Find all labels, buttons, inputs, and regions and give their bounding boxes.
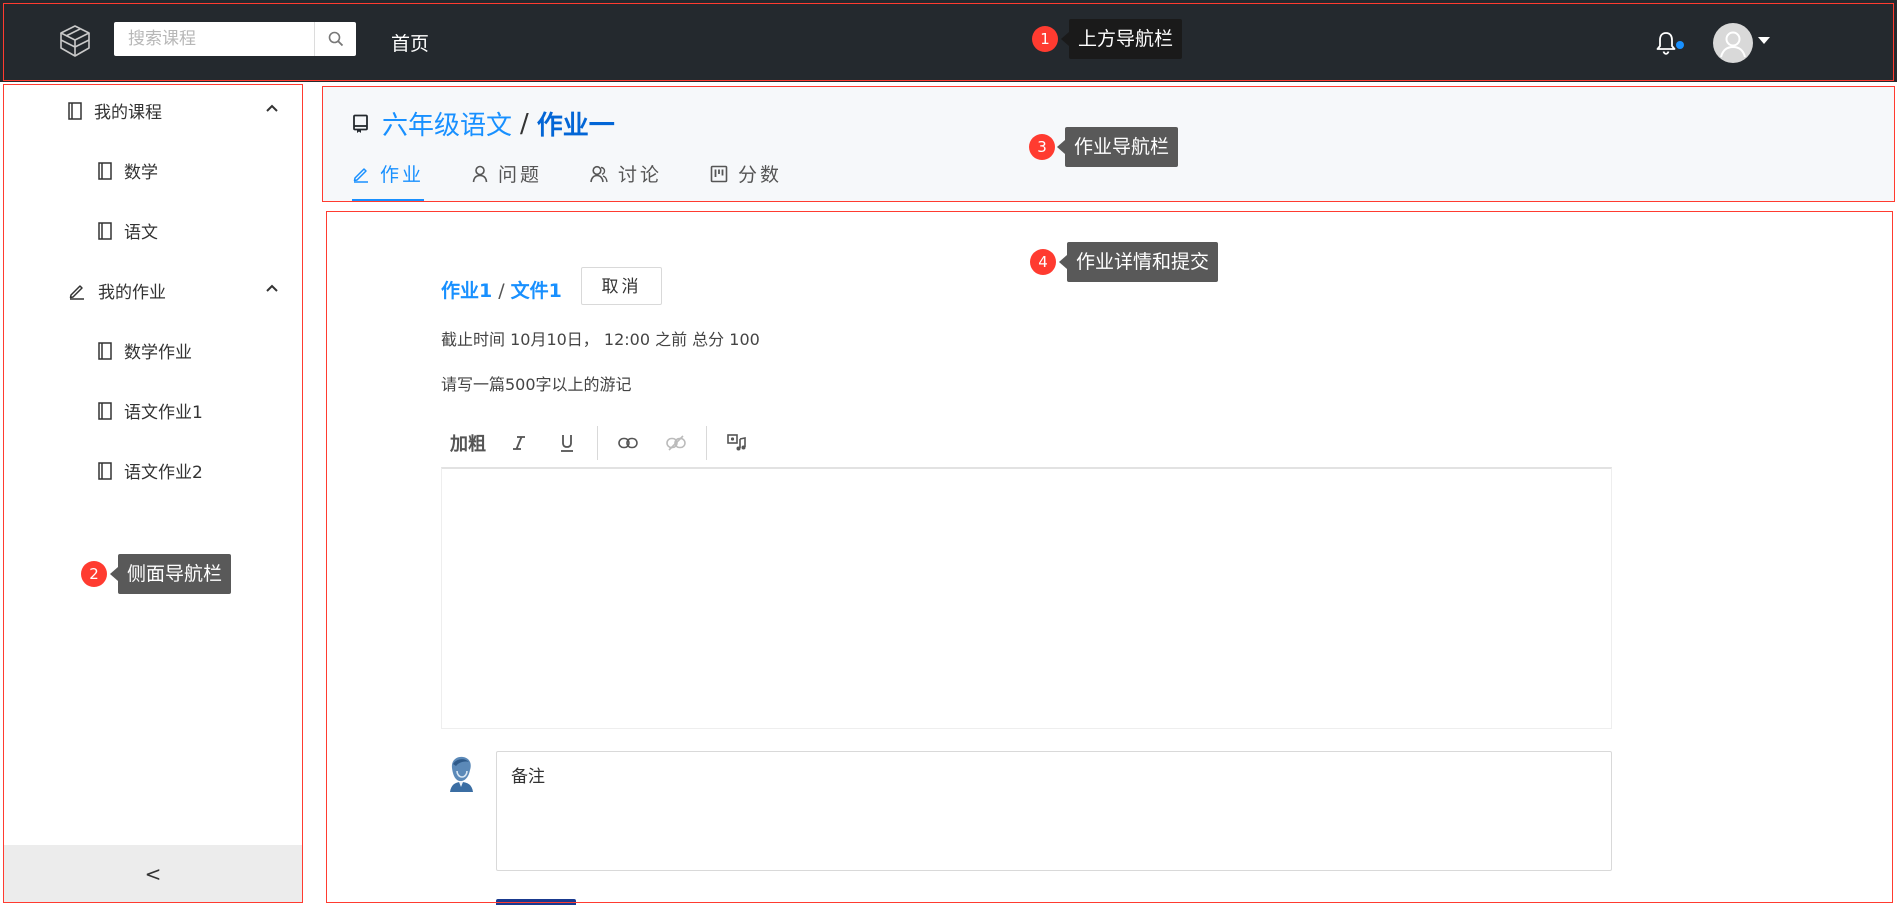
sidebar-item-label: 语文作业2: [124, 463, 203, 483]
toolbar-divider: [706, 426, 707, 460]
pencil-icon: [353, 167, 368, 183]
unlink-button[interactable]: [652, 423, 700, 463]
link-button[interactable]: [604, 423, 652, 463]
book-icon: [98, 341, 112, 360]
annotation-label: 侧面导航栏: [109, 554, 232, 594]
user-avatar[interactable]: [1713, 23, 1753, 63]
sidebar-item-chinese-homework-1[interactable]: 语文作业1: [98, 398, 203, 423]
underline-icon: [561, 435, 573, 452]
breadcrumb-separator: /: [520, 108, 529, 139]
bold-button[interactable]: 加粗: [441, 423, 495, 463]
logo-cube-icon[interactable]: [56, 22, 94, 60]
sidebar-item-label: 数学: [124, 163, 158, 183]
book-icon: [98, 221, 112, 240]
bell-icon[interactable]: [1654, 30, 1678, 56]
book-icon: [98, 161, 112, 180]
homework-tabs: 作业 问题 讨论 分数: [352, 160, 830, 201]
annotation-number: 3: [1029, 134, 1055, 160]
sidebar-collapse-button[interactable]: <: [3, 845, 303, 903]
file-link[interactable]: 文件1: [511, 280, 562, 302]
breadcrumb-course-link[interactable]: 六年级语文: [382, 105, 512, 142]
caret-down-icon[interactable]: [1758, 37, 1770, 44]
search-box: [114, 22, 356, 56]
annotation-number: 1: [1032, 26, 1058, 52]
annotation-label: 上方导航栏: [1060, 19, 1183, 59]
sidebar-item-label: 语文: [124, 223, 158, 243]
search-input[interactable]: [114, 22, 314, 56]
sidebar-item-chinese[interactable]: 语文: [98, 218, 158, 243]
user-icon: [1720, 31, 1746, 58]
people-icon: [590, 165, 608, 182]
sidebar-group-label: 我的作业: [98, 283, 166, 303]
sidebar-item-math-homework[interactable]: 数学作业: [98, 338, 192, 363]
book-icon: [98, 461, 112, 480]
pencil-icon: [69, 284, 84, 300]
media-icon: [727, 434, 746, 451]
insert-media-button[interactable]: [713, 423, 761, 463]
sidebar-group-label: 我的课程: [94, 103, 162, 123]
sidebar-item-math[interactable]: 数学: [98, 158, 158, 183]
cancel-button[interactable]: 取消: [581, 267, 662, 305]
search-icon: [328, 31, 343, 47]
italic-button[interactable]: [495, 423, 543, 463]
link-icon: [618, 437, 638, 449]
remark-textarea[interactable]: [496, 751, 1612, 871]
tab-label: 作业: [380, 164, 425, 186]
chevron-up-icon[interactable]: [266, 284, 278, 292]
search-button[interactable]: [314, 22, 356, 56]
sidebar: [3, 84, 303, 903]
tab-label: 问题: [498, 164, 543, 186]
sidebar-group-homework[interactable]: 我的作业: [68, 278, 166, 303]
chevron-up-icon[interactable]: [266, 104, 278, 112]
deadline-text: 截止时间 10月10日， 12:00 之前 总分 100: [441, 330, 760, 349]
rich-text-editor[interactable]: [441, 467, 1612, 729]
project-board-icon: [710, 165, 728, 182]
book-icon: [98, 401, 112, 420]
tab-homework[interactable]: 作业: [352, 160, 425, 201]
tab-scores[interactable]: 分数: [710, 160, 782, 201]
unlink-icon: [666, 435, 686, 451]
tab-label: 分数: [738, 164, 783, 186]
editor-toolbar: 加粗: [441, 418, 1612, 468]
tab-discussion[interactable]: 讨论: [590, 160, 662, 201]
sidebar-group-courses[interactable]: 我的课程: [68, 98, 162, 123]
assignment-prompt: 请写一篇500字以上的游记: [441, 375, 632, 394]
assignment-title: 作业1 / 文件1: [441, 276, 562, 303]
breadcrumb: 六年级语文 / 作业一: [352, 105, 615, 142]
annotation-number: 4: [1030, 249, 1056, 275]
book-icon: [68, 101, 82, 120]
breadcrumb-homework-link[interactable]: 作业一: [537, 105, 615, 142]
sidebar-item-label: 语文作业1: [124, 403, 203, 423]
italic-icon: [513, 436, 525, 450]
toolbar-divider: [597, 426, 598, 460]
repo-book-icon: [353, 114, 368, 133]
assignment-link[interactable]: 作业1: [441, 280, 492, 302]
annotation-label: 作业详情和提交: [1058, 242, 1219, 282]
chevron-left-icon: <: [144, 862, 162, 886]
annotation-label: 作业导航栏: [1056, 127, 1179, 167]
notification-dot: [1676, 41, 1684, 49]
tab-questions[interactable]: 问题: [472, 160, 542, 201]
user-avatar-portrait: [450, 756, 473, 792]
tab-label: 讨论: [618, 164, 663, 186]
sidebar-item-chinese-homework-2[interactable]: 语文作业2: [98, 458, 203, 483]
top-navbar: 首页: [0, 0, 1897, 82]
annotation-number: 2: [81, 561, 107, 587]
submit-button[interactable]: [496, 899, 576, 905]
assignment-title-separator: /: [498, 280, 505, 302]
sidebar-item-label: 数学作业: [124, 343, 192, 363]
underline-button[interactable]: [543, 423, 591, 463]
person-icon: [472, 165, 488, 182]
nav-home-link[interactable]: 首页: [391, 29, 429, 56]
